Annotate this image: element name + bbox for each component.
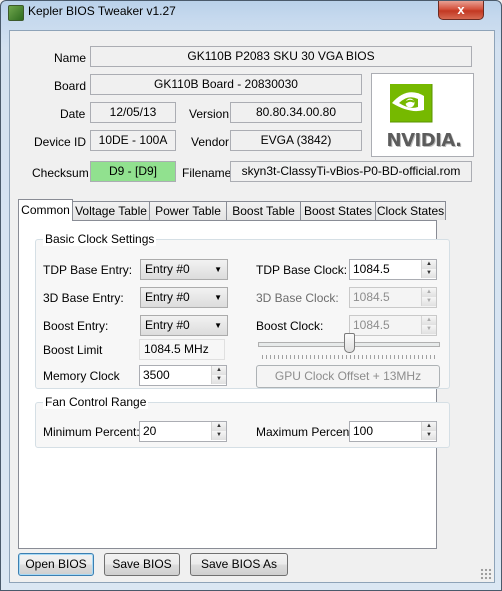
save-bios-as-button[interactable]: Save BIOS As <box>190 553 288 576</box>
boost-clock-value: 1084.5 <box>353 318 390 332</box>
spin-up-icon[interactable]: ▲ <box>421 316 436 325</box>
save-bios-button[interactable]: Save BIOS <box>104 553 180 576</box>
checksum-field: D9 - [D9] <box>90 161 176 182</box>
board-label: Board <box>54 79 87 93</box>
nvidia-logo-text: NVIDIA. <box>386 130 462 151</box>
minimum-percent-label: Minimum Percent: <box>43 425 140 439</box>
3d-base-clock-stepper[interactable]: 1084.5 ▲ ▼ <box>349 287 437 308</box>
spin-up-icon[interactable]: ▲ <box>211 366 226 375</box>
resize-grip-icon[interactable] <box>480 568 492 580</box>
version-label: Version <box>189 107 230 121</box>
app-window: Kepler BIOS Tweaker v1.27 x Name GK110B … <box>0 0 502 591</box>
maximum-percent-stepper[interactable]: 100 ▲ ▼ <box>349 421 437 442</box>
client-area: Name GK110B P2083 SKU 30 VGA BIOS Board … <box>9 30 495 583</box>
nvidia-logo: NVIDIA. <box>371 73 474 157</box>
maximum-percent-value: 100 <box>353 424 374 438</box>
tab-common[interactable]: Common <box>18 199 73 221</box>
spin-down-icon[interactable]: ▼ <box>421 269 436 278</box>
open-bios-button[interactable]: Open BIOS <box>18 553 94 576</box>
spin-down-icon[interactable]: ▼ <box>211 431 226 440</box>
memory-clock-label: Memory Clock <box>43 369 120 383</box>
slider-ticks <box>262 355 438 359</box>
boost-clock-label: Boost Clock: <box>256 319 324 333</box>
chevron-down-icon: ▼ <box>214 265 222 274</box>
tdp-base-entry-value: Entry #0 <box>145 262 190 276</box>
minimum-percent-value: 20 <box>143 424 157 438</box>
basic-clock-settings-title: Basic Clock Settings <box>43 232 157 246</box>
title-bar[interactable]: Kepler BIOS Tweaker v1.27 x <box>1 1 501 23</box>
spin-down-icon[interactable]: ▼ <box>421 297 436 306</box>
memory-clock-value: 3500 <box>143 368 170 382</box>
3d-base-entry-select[interactable]: Entry #0 ▼ <box>140 287 228 308</box>
spin-down-icon[interactable]: ▼ <box>421 431 436 440</box>
3d-base-entry-value: Entry #0 <box>145 290 190 304</box>
tab-power-table[interactable]: Power Table <box>149 201 227 220</box>
3d-base-clock-label: 3D Base Clock: <box>256 291 339 305</box>
date-label: Date <box>60 107 86 121</box>
app-icon <box>8 5 24 21</box>
fan-control-range-title: Fan Control Range <box>43 395 149 409</box>
tdp-base-entry-select[interactable]: Entry #0 ▼ <box>140 259 228 280</box>
device-id-label: Device ID <box>34 135 87 149</box>
maximum-percent-label: Maximum Percent: <box>256 425 357 439</box>
tab-voltage-table[interactable]: Voltage Table <box>72 201 150 220</box>
vendor-label: Vendor <box>191 135 230 149</box>
device-id-field: 10DE - 100A <box>90 130 176 151</box>
board-field: GK110B Board - 20830030 <box>90 74 362 95</box>
memory-clock-stepper[interactable]: 3500 ▲ ▼ <box>139 365 227 386</box>
date-field: 12/05/13 <box>90 102 176 123</box>
name-label: Name <box>54 51 87 65</box>
chevron-down-icon: ▼ <box>214 293 222 302</box>
spin-up-icon[interactable]: ▲ <box>421 422 436 431</box>
gpu-clock-offset-button[interactable]: GPU Clock Offset + 13MHz <box>256 365 440 388</box>
tdp-base-clock-label: TDP Base Clock: <box>256 263 348 277</box>
close-button[interactable]: x <box>438 1 484 20</box>
boost-entry-value: Entry #0 <box>145 318 190 332</box>
boost-limit-label: Boost Limit <box>43 343 103 357</box>
minimum-percent-stepper[interactable]: 20 ▲ ▼ <box>139 421 227 442</box>
window-title: Kepler BIOS Tweaker v1.27 <box>28 4 176 18</box>
boost-entry-select[interactable]: Entry #0 ▼ <box>140 315 228 336</box>
spin-down-icon[interactable]: ▼ <box>211 375 226 384</box>
spin-down-icon[interactable]: ▼ <box>421 325 436 334</box>
clock-offset-slider-thumb[interactable] <box>344 333 355 353</box>
spin-up-icon[interactable]: ▲ <box>421 260 436 269</box>
tdp-base-entry-label: TDP Base Entry: <box>43 263 133 277</box>
tab-boost-table[interactable]: Boost Table <box>226 201 301 220</box>
3d-base-entry-label: 3D Base Entry: <box>43 291 124 305</box>
checksum-label: Checksum <box>32 166 89 180</box>
boost-clock-stepper[interactable]: 1084.5 ▲ ▼ <box>349 315 437 336</box>
boost-entry-label: Boost Entry: <box>43 319 109 333</box>
spin-up-icon[interactable]: ▲ <box>211 422 226 431</box>
version-field: 80.80.34.00.80 <box>230 102 362 123</box>
filename-label: Filename <box>182 166 232 180</box>
tdp-base-clock-value: 1084.5 <box>353 262 390 276</box>
tab-clock-states[interactable]: Clock States <box>375 201 446 220</box>
vendor-field: EVGA (3842) <box>230 130 362 151</box>
name-field: GK110B P2083 SKU 30 VGA BIOS <box>90 46 472 67</box>
tdp-base-clock-stepper[interactable]: 1084.5 ▲ ▼ <box>349 259 437 280</box>
tab-boost-states[interactable]: Boost States <box>300 201 376 220</box>
filename-field: skyn3t-ClassyTi-vBios-P0-BD-official.rom <box>230 161 472 182</box>
3d-base-clock-value: 1084.5 <box>353 290 390 304</box>
boost-limit-value: 1084.5 MHz <box>139 339 225 360</box>
chevron-down-icon: ▼ <box>214 321 222 330</box>
spin-up-icon[interactable]: ▲ <box>421 288 436 297</box>
common-tab-panel: Basic Clock Settings TDP Base Entry: Ent… <box>18 220 450 549</box>
